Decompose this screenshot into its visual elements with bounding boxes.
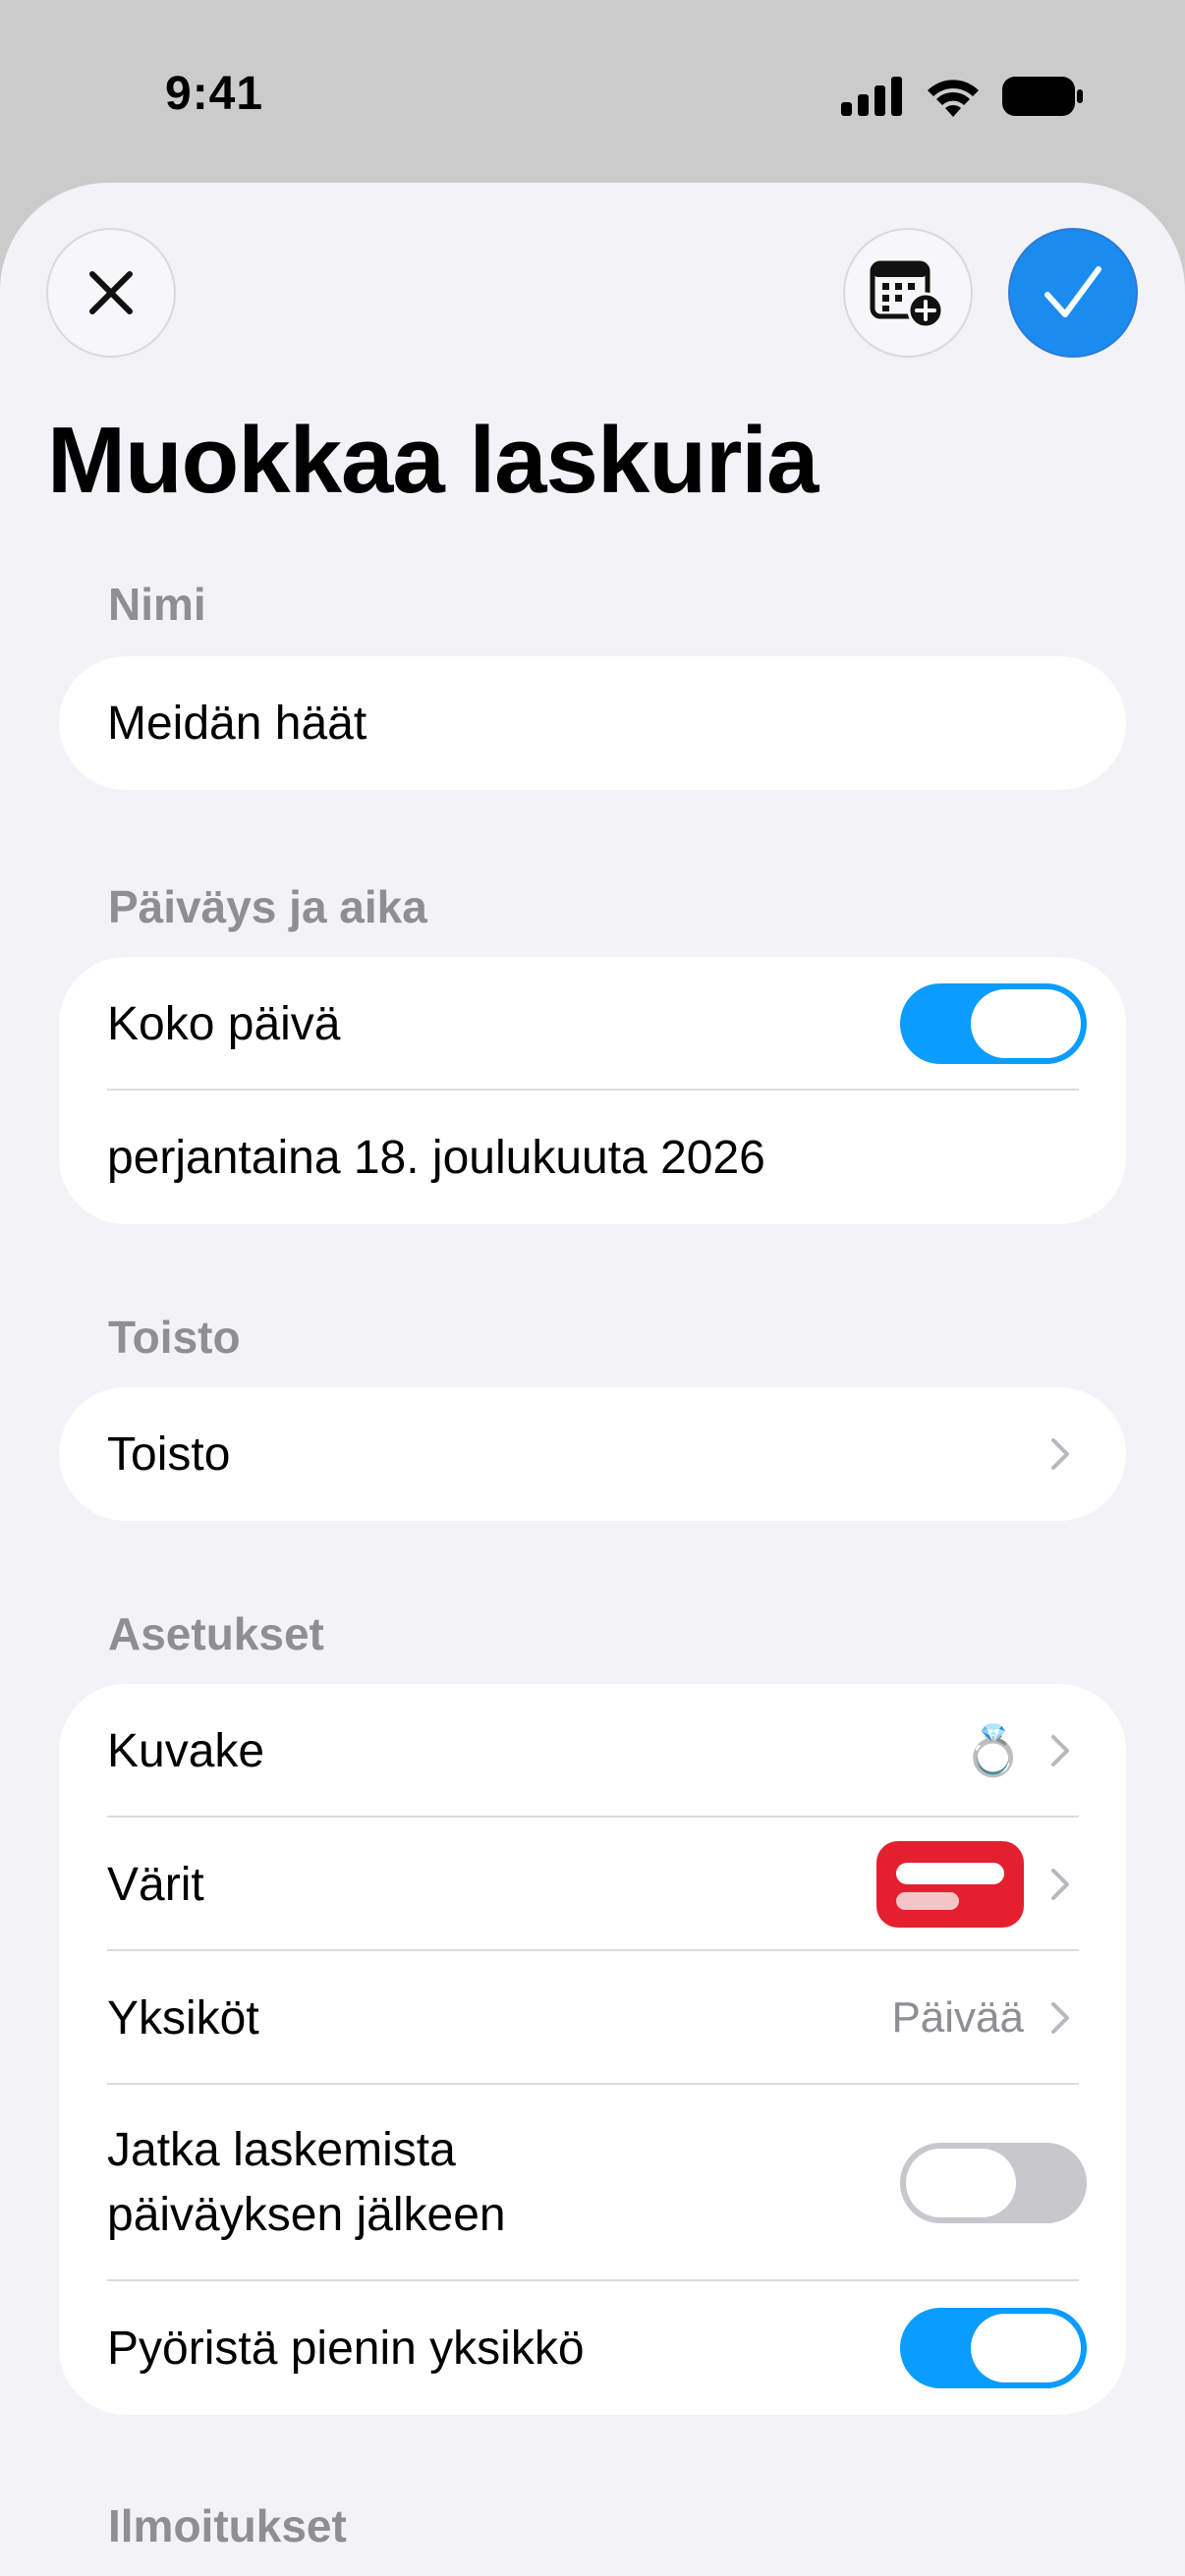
close-button[interactable] xyxy=(46,228,176,358)
edit-counter-sheet: Muokkaa laskuria Nimi Meidän häät Päiväy… xyxy=(0,183,1185,2576)
datetime-card: Koko päivä perjantaina 18. joulukuuta 20… xyxy=(59,957,1126,1224)
section-header-notifications: Ilmoitukset xyxy=(108,2500,347,2551)
repeat-label: Toisto xyxy=(107,1428,231,1481)
name-card: Meidän häät xyxy=(59,656,1126,790)
units-row[interactable]: Yksiköt Päivää xyxy=(59,1951,1126,2085)
status-bar: 9:41 xyxy=(0,0,1185,187)
cellular-signal-icon xyxy=(841,77,902,116)
color-swatch xyxy=(876,1841,1024,1928)
settings-card: Kuvake 💍 Värit Yksiköt Päivää Jatka lask… xyxy=(59,1684,1126,2415)
chevron-right-icon xyxy=(1051,1735,1069,1766)
chevron-right-icon xyxy=(1051,2002,1069,2034)
calendar-add-icon xyxy=(870,260,944,328)
chevron-right-icon xyxy=(1051,1869,1069,1900)
repeat-card: Toisto xyxy=(59,1387,1126,1521)
colors-row[interactable]: Värit xyxy=(59,1818,1126,1951)
continue-counting-label-line1: Jatka laskemista xyxy=(107,2124,456,2176)
all-day-label: Koko päivä xyxy=(107,997,341,1050)
all-day-row: Koko päivä xyxy=(59,957,1126,1091)
add-to-calendar-button[interactable] xyxy=(843,228,973,358)
all-day-toggle[interactable] xyxy=(900,983,1087,1064)
done-button[interactable] xyxy=(1008,228,1138,358)
status-time: 9:41 xyxy=(165,68,264,120)
status-icons xyxy=(841,71,1083,122)
units-value: Päivää xyxy=(891,1993,1024,2042)
continue-counting-label: Jatka laskemista päiväyksen jälkeen xyxy=(107,2118,900,2248)
ring-icon: 💍 xyxy=(962,1723,1024,1778)
close-icon xyxy=(89,271,133,314)
section-header-datetime: Päiväys ja aika xyxy=(108,881,427,932)
checkmark-icon xyxy=(1044,266,1101,317)
name-field[interactable]: Meidän häät xyxy=(59,656,1126,790)
section-header-settings: Asetukset xyxy=(108,1608,324,1659)
round-smallest-unit-toggle[interactable] xyxy=(900,2308,1087,2388)
continue-counting-label-line2: päiväyksen jälkeen xyxy=(107,2189,506,2241)
round-smallest-unit-label: Pyöristä pienin yksikkö xyxy=(107,2322,585,2375)
colors-label: Värit xyxy=(107,1858,204,1911)
section-header-repeat: Toisto xyxy=(108,1312,241,1363)
repeat-row[interactable]: Toisto xyxy=(59,1387,1126,1521)
battery-icon xyxy=(1002,77,1083,116)
date-row[interactable]: perjantaina 18. joulukuuta 2026 xyxy=(59,1091,1126,1224)
round-smallest-unit-row: Pyöristä pienin yksikkö xyxy=(59,2281,1126,2415)
page-title: Muokkaa laskuria xyxy=(47,408,818,513)
wifi-icon xyxy=(928,80,979,117)
chevron-right-icon xyxy=(1051,1438,1069,1470)
name-field-value: Meidän häät xyxy=(107,697,367,750)
date-value: perjantaina 18. joulukuuta 2026 xyxy=(107,1131,765,1184)
icon-row[interactable]: Kuvake 💍 xyxy=(59,1684,1126,1818)
icon-label: Kuvake xyxy=(107,1724,265,1777)
continue-counting-row: Jatka laskemista päiväyksen jälkeen xyxy=(59,2085,1126,2281)
continue-counting-toggle[interactable] xyxy=(900,2143,1087,2223)
units-label: Yksiköt xyxy=(107,1991,259,2044)
section-header-name: Nimi xyxy=(108,579,206,630)
